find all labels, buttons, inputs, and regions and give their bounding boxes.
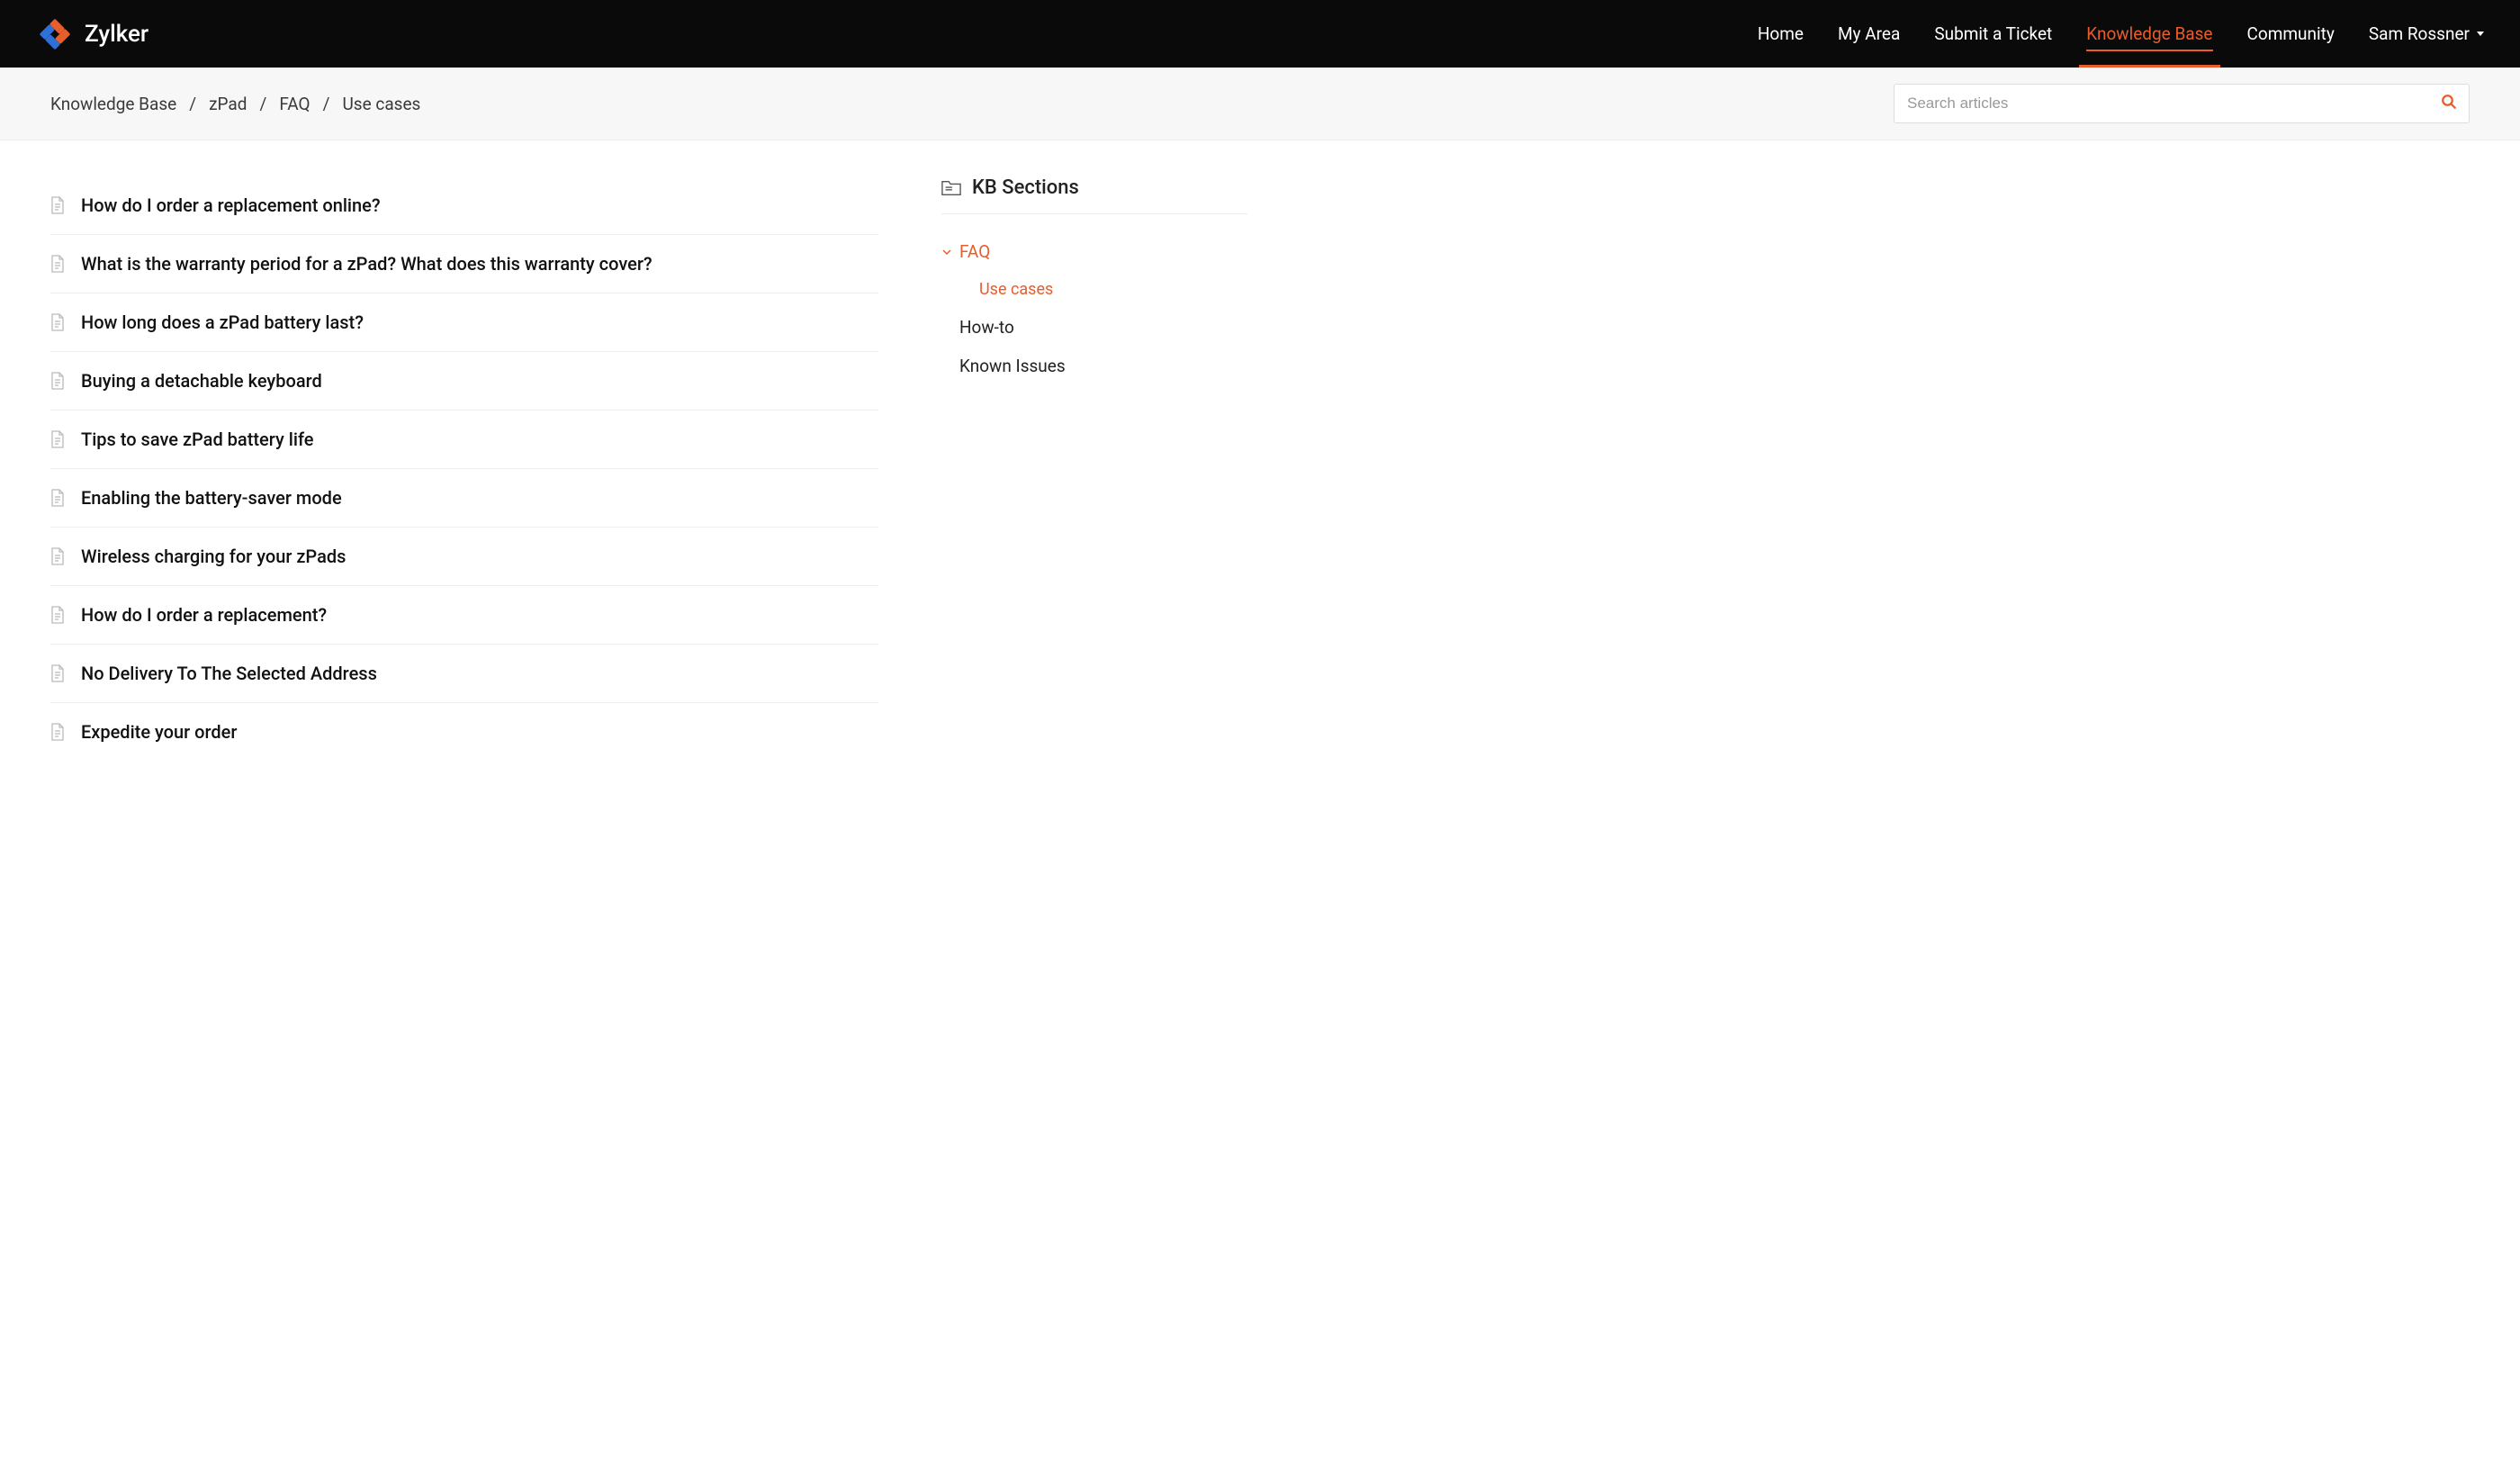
logo[interactable]: Zylker (36, 15, 148, 53)
breadcrumb-item[interactable]: Knowledge Base (50, 94, 176, 114)
search-box (1894, 84, 2470, 123)
breadcrumb-item[interactable]: zPad (209, 94, 247, 114)
kb-section-label: Use cases (979, 280, 1053, 299)
kb-section-label: How-to (959, 317, 1014, 338)
document-icon (50, 255, 65, 273)
logo-icon (36, 15, 74, 53)
article-title: Buying a detachable keyboard (81, 370, 322, 392)
article-title: Enabling the battery-saver mode (81, 487, 342, 509)
kb-tree: FAQ Use cases How-to Known Issues (941, 232, 1247, 385)
article-title: How long does a zPad battery last? (81, 311, 364, 333)
logo-text: Zylker (85, 21, 148, 48)
main-header: Zylker Home My Area Submit a Ticket Know… (0, 0, 2520, 68)
nav-label: Community (2247, 23, 2335, 44)
main-nav: Home My Area Submit a Ticket Knowledge B… (1758, 0, 2484, 68)
document-icon (50, 196, 65, 214)
article-item[interactable]: No Delivery To The Selected Address (50, 645, 878, 703)
article-item[interactable]: How long does a zPad battery last? (50, 293, 878, 352)
folder-icon (941, 179, 961, 197)
kb-section-label: FAQ (959, 241, 990, 262)
kb-subsection: Use cases (941, 271, 1247, 308)
sidebar-title-text: KB Sections (972, 176, 1079, 199)
document-icon (50, 547, 65, 565)
chevron-down-icon (941, 247, 952, 257)
document-icon (50, 372, 65, 390)
sidebar-title: KB Sections (941, 176, 1247, 214)
nav-label: Home (1758, 23, 1804, 44)
document-icon (50, 723, 65, 741)
document-icon (50, 313, 65, 331)
breadcrumb-item[interactable]: FAQ (279, 94, 310, 114)
breadcrumb-sep: / (189, 94, 196, 114)
nav-label: My Area (1838, 23, 1900, 44)
document-icon (50, 606, 65, 624)
article-title: How do I order a replacement online? (81, 194, 381, 216)
article-item[interactable]: Wireless charging for your zPads (50, 528, 878, 586)
kb-section-how-to[interactable]: How-to (941, 308, 1247, 347)
chevron-down-icon (2477, 32, 2484, 36)
article-item[interactable]: Buying a detachable keyboard (50, 352, 878, 411)
article-title: Tips to save zPad battery life (81, 429, 313, 450)
article-title: What is the warranty period for a zPad? … (81, 253, 652, 275)
kb-section-label: Known Issues (959, 356, 1066, 376)
article-title: Wireless charging for your zPads (81, 546, 346, 567)
nav-community[interactable]: Community (2247, 0, 2335, 68)
nav-label: Knowledge Base (2086, 23, 2212, 44)
kb-section-use-cases[interactable]: Use cases (979, 271, 1247, 308)
article-item[interactable]: Tips to save zPad battery life (50, 411, 878, 469)
breadcrumb-sep: / (323, 94, 330, 114)
nav-knowledge-base[interactable]: Knowledge Base (2086, 0, 2212, 68)
search-input[interactable] (1894, 84, 2470, 123)
article-item[interactable]: What is the warranty period for a zPad? … (50, 235, 878, 293)
nav-submit-ticket[interactable]: Submit a Ticket (1934, 0, 2052, 68)
article-title: No Delivery To The Selected Address (81, 663, 377, 684)
article-item[interactable]: How do I order a replacement online? (50, 176, 878, 235)
nav-my-area[interactable]: My Area (1838, 0, 1900, 68)
sidebar: KB Sections FAQ Use cases How-to Known I… (941, 176, 1247, 385)
article-item[interactable]: Expedite your order (50, 703, 878, 761)
article-item[interactable]: How do I order a replacement? (50, 586, 878, 645)
breadcrumb-item[interactable]: Use cases (342, 94, 420, 114)
article-title: Expedite your order (81, 721, 237, 743)
nav-user-menu[interactable]: Sam Rossner (2369, 23, 2484, 44)
article-item[interactable]: Enabling the battery-saver mode (50, 469, 878, 528)
content: How do I order a replacement online? Wha… (0, 140, 2520, 797)
nav-home[interactable]: Home (1758, 0, 1804, 68)
user-name: Sam Rossner (2369, 23, 2470, 44)
subheader: Knowledge Base / zPad / FAQ / Use cases (0, 68, 2520, 140)
article-title: How do I order a replacement? (81, 604, 327, 626)
breadcrumb: Knowledge Base / zPad / FAQ / Use cases (50, 94, 420, 114)
document-icon (50, 489, 65, 507)
document-icon (50, 664, 65, 682)
nav-label: Submit a Ticket (1934, 23, 2052, 44)
search-icon[interactable] (2441, 94, 2457, 113)
breadcrumb-sep: / (259, 94, 266, 114)
document-icon (50, 430, 65, 448)
kb-section-known-issues[interactable]: Known Issues (941, 347, 1247, 385)
kb-section-faq[interactable]: FAQ (941, 232, 1247, 271)
article-list: How do I order a replacement online? Wha… (50, 176, 878, 761)
